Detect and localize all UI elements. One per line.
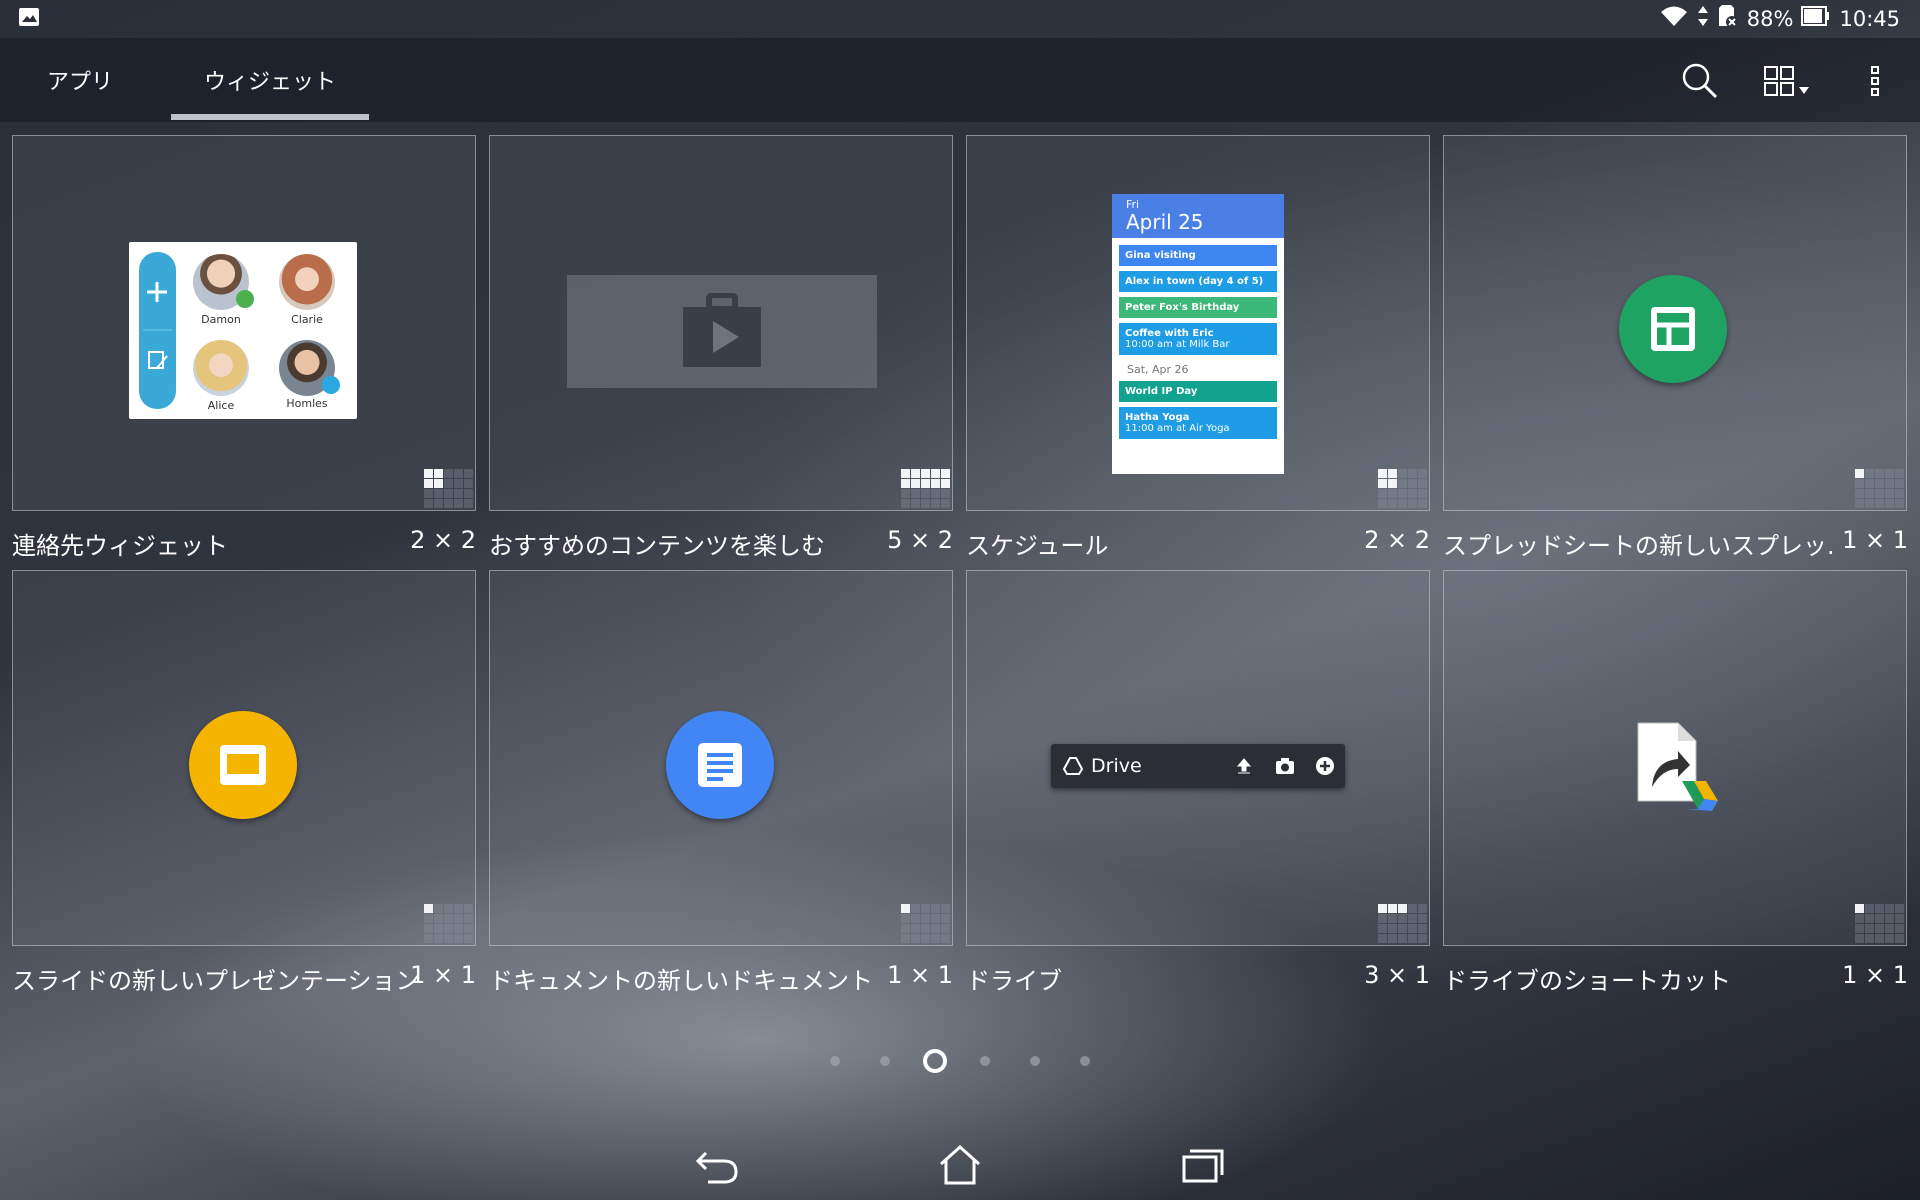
widget-label: ドライブのショートカット: [1443, 967, 1731, 995]
size-grid: [1378, 904, 1427, 943]
widget-tile-drive[interactable]: Drive: [966, 570, 1430, 946]
event-title: Hatha Yoga: [1125, 412, 1190, 423]
play-store-bag-icon: [683, 293, 761, 367]
calendar-event: Gina visiting: [1119, 245, 1277, 266]
widget-size: 2 × 2: [1364, 526, 1430, 554]
widget-size: 1 × 1: [1842, 961, 1908, 989]
play-widget-preview: [567, 275, 877, 388]
widget-tile-docs[interactable]: [489, 570, 953, 946]
data-arrows-icon: [1697, 4, 1709, 33]
docs-icon: [666, 711, 774, 819]
widget-size: 3 × 1: [1364, 961, 1430, 989]
contact-name: Damon: [201, 313, 241, 326]
size-grid: [1378, 469, 1427, 508]
widget-size: 1 × 1: [410, 961, 476, 989]
phone-icon: [236, 290, 254, 308]
avatar: [279, 254, 335, 310]
sheets-icon: [1619, 275, 1727, 383]
grid-view-icon[interactable]: [1758, 56, 1818, 106]
widget-label: ドキュメントの新しいドキュメント: [489, 967, 873, 995]
size-grid: [424, 904, 473, 943]
drive-widget-preview: Drive: [1051, 744, 1345, 788]
add-circle-icon: [1316, 757, 1334, 775]
image-icon: [18, 7, 40, 31]
app-bar: アプリ ウィジェット: [0, 38, 1920, 122]
widget-label: スプレッドシートの新しいスプレッ..: [1443, 532, 1833, 560]
contact-name: Homles: [286, 397, 328, 410]
status-bar: 88% 10:45: [0, 0, 1920, 38]
widget-tile-contacts[interactable]: Damon Clarie Alice Homles: [12, 135, 476, 511]
widget-label: スライドの新しいプレゼンテーション: [12, 967, 420, 995]
event-subtitle: 11:00 am at Air Yoga: [1125, 423, 1230, 434]
widget-size: 1 × 1: [1842, 526, 1908, 554]
mail-icon: [322, 376, 340, 394]
widget-tile-slides[interactable]: [12, 570, 476, 946]
page-dot[interactable]: [980, 1056, 990, 1066]
search-icon[interactable]: [1675, 56, 1725, 106]
size-grid: [901, 904, 950, 943]
page-dot[interactable]: [1080, 1056, 1090, 1066]
calendar-event: World IP Day: [1119, 381, 1277, 402]
page-dot[interactable]: [830, 1056, 840, 1066]
widget-tile-drive-shortcut[interactable]: [1443, 570, 1907, 946]
recents-icon[interactable]: [1173, 1140, 1233, 1190]
size-grid: [901, 469, 950, 508]
camera-icon: [1276, 758, 1294, 774]
page-dot-active[interactable]: [923, 1049, 947, 1073]
battery-icon: [1801, 5, 1831, 32]
back-icon[interactable]: [687, 1140, 747, 1190]
page-dot[interactable]: [880, 1056, 890, 1066]
clock: 10:45: [1839, 6, 1900, 31]
widget-label: 連絡先ウィジェット: [12, 532, 228, 560]
calendar-date: April 25: [1126, 210, 1204, 234]
tab-selected-indicator: [171, 114, 369, 120]
page-dot[interactable]: [1030, 1056, 1040, 1066]
size-grid: [424, 469, 473, 508]
wifi-icon: [1659, 4, 1689, 33]
calendar-event: Peter Fox's Birthday: [1119, 297, 1277, 318]
contact-name: Clarie: [291, 313, 323, 326]
widget-label: おすすめのコンテンツを楽しむ: [489, 532, 825, 560]
page-indicator: [828, 1049, 1092, 1073]
drive-label: Drive: [1091, 755, 1142, 777]
calendar-event: Hatha Yoga 11:00 am at Air Yoga: [1119, 407, 1277, 439]
calendar-date-separator: Sat, Apr 26: [1127, 363, 1189, 376]
battery-percent: 88%: [1746, 6, 1794, 31]
event-subtitle: 10:00 am at Milk Bar: [1125, 339, 1230, 350]
contacts-sidebar: [139, 252, 176, 409]
widget-tile-play-content[interactable]: [489, 135, 953, 511]
more-vert-icon[interactable]: [1850, 56, 1900, 106]
home-icon[interactable]: [930, 1140, 990, 1190]
contact-name: Alice: [207, 399, 235, 412]
tab-widgets[interactable]: ウィジェット: [171, 38, 369, 122]
event-title: Coffee with Eric: [1125, 328, 1214, 339]
widget-size: 2 × 2: [410, 526, 476, 554]
sd-card-icon: [1717, 4, 1739, 33]
calendar-widget-preview: Fri April 25 Gina visiting Alex in town …: [1112, 194, 1284, 474]
widget-size: 1 × 1: [887, 961, 953, 989]
widget-tile-sheets[interactable]: [1443, 135, 1907, 511]
widget-tile-schedule[interactable]: Fri April 25 Gina visiting Alex in town …: [966, 135, 1430, 511]
size-grid: [1855, 904, 1904, 943]
size-grid: [1855, 469, 1904, 508]
contacts-widget-preview: Damon Clarie Alice Homles: [129, 242, 357, 419]
drive-shortcut-icon: [1637, 722, 1718, 811]
calendar-event: Coffee with Eric 10:00 am at Milk Bar: [1119, 323, 1277, 355]
widget-size: 5 × 2: [887, 526, 953, 554]
widget-label: ドライブ: [966, 967, 1062, 995]
tab-apps[interactable]: アプリ: [0, 38, 160, 122]
upload-icon: [1236, 758, 1252, 774]
drive-logo-icon: [1063, 757, 1083, 775]
widget-label: スケジュール: [966, 532, 1109, 560]
calendar-event: Alex in town (day 4 of 5): [1119, 271, 1277, 292]
avatar: [193, 340, 249, 396]
calendar-header: Fri April 25: [1112, 194, 1284, 238]
slides-icon: [189, 711, 297, 819]
